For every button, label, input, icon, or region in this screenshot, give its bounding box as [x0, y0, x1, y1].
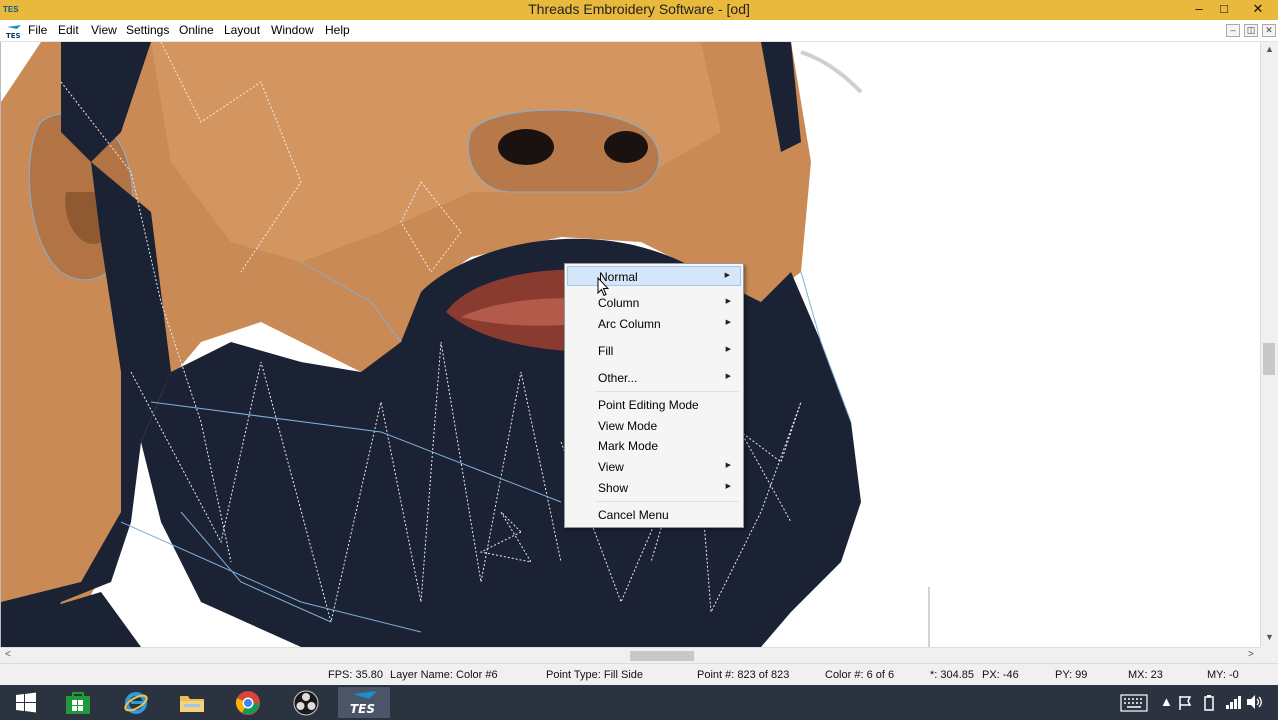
scrollbar-corner: [1260, 647, 1278, 663]
submenu-arrow-icon: ▶: [725, 298, 731, 305]
touch-keyboard-icon[interactable]: [1120, 694, 1148, 712]
menu-item-label: Show: [598, 481, 629, 495]
menu-item-fill[interactable]: Fill ▶: [567, 341, 741, 361]
status-bar: FPS: 35.80 Layer Name: Color #6 Point Ty…: [0, 663, 1278, 685]
submenu-arrow-icon: ▶: [725, 462, 731, 469]
status-px: PX: -46: [982, 669, 1019, 681]
store-icon: [66, 691, 90, 714]
status-my: MY: -0: [1207, 669, 1239, 681]
tes-logo-icon: TES: [6, 25, 21, 39]
windows-taskbar: TES ▲: [0, 685, 1278, 720]
menu-layout[interactable]: Layout: [224, 23, 260, 37]
menu-item-show[interactable]: Show ▶: [567, 478, 741, 498]
menu-item-label: Column: [598, 296, 640, 310]
obs-icon: [293, 690, 319, 715]
windows-logo-icon: [16, 692, 36, 712]
menu-item-label: Arc Column: [598, 317, 661, 331]
menu-bar: TES File Edit View Settings Online Layou…: [0, 20, 1278, 42]
vertical-scroll-thumb[interactable]: [1263, 343, 1275, 375]
vertical-scrollbar[interactable]: ▲ ▼: [1260, 42, 1278, 647]
submenu-arrow-icon: ▶: [724, 272, 730, 279]
menu-item-label: Point Editing Mode: [598, 398, 699, 412]
status-point-type: Point Type: Fill Side: [546, 669, 644, 681]
tray-overflow-icon[interactable]: ▲: [1160, 694, 1173, 709]
tes-taskbar-icon: TES: [350, 690, 377, 716]
mdi-minimize-button[interactable]: –: [1226, 24, 1240, 37]
hair-wisp: [800, 50, 863, 94]
status-fps: FPS: 35.80: [328, 669, 384, 681]
battery-icon[interactable]: [1202, 695, 1216, 711]
taskbar-file-explorer[interactable]: [166, 687, 218, 718]
status-angle: *: 304.85: [930, 669, 975, 681]
folder-icon: [180, 695, 204, 712]
submenu-arrow-icon: ▶: [725, 319, 731, 326]
submenu-arrow-icon: ▶: [725, 346, 731, 353]
nostril-right: [604, 131, 648, 163]
menu-item-view-mode[interactable]: View Mode: [567, 416, 741, 436]
chrome-icon: [235, 690, 260, 715]
taskbar-chrome[interactable]: [222, 687, 274, 718]
menu-separator: [595, 391, 739, 392]
menu-item-other[interactable]: Other... ▶: [567, 368, 741, 388]
menu-item-normal[interactable]: Normal ▶: [567, 266, 741, 286]
menu-item-view[interactable]: View ▶: [567, 457, 741, 477]
minimize-button[interactable]: –: [1186, 0, 1212, 20]
wifi-signal-icon[interactable]: [1225, 694, 1241, 710]
menu-edit[interactable]: Edit: [58, 23, 79, 37]
menu-item-label: Other...: [598, 371, 638, 385]
window-title: Threads Embroidery Software - [od]: [528, 1, 750, 17]
taskbar-obs[interactable]: [280, 687, 332, 718]
menu-item-label: Mark Mode: [598, 439, 659, 453]
menu-item-column[interactable]: Column ▶: [567, 293, 741, 313]
menu-view[interactable]: View: [91, 23, 117, 37]
submenu-arrow-icon: ▶: [725, 373, 731, 380]
status-color-number: Color #: 6 of 6: [825, 669, 895, 681]
flag-icon[interactable]: [1178, 695, 1192, 711]
horizontal-scrollbar[interactable]: < >: [0, 647, 1260, 663]
menu-item-cancel-menu[interactable]: Cancel Menu: [567, 505, 741, 525]
scroll-up-icon[interactable]: ▲: [1265, 44, 1274, 54]
menu-help[interactable]: Help: [325, 23, 350, 37]
taskbar-tes[interactable]: TES: [338, 687, 390, 718]
menu-file[interactable]: File: [28, 23, 47, 37]
menu-item-arc-column[interactable]: Arc Column ▶: [567, 314, 741, 334]
taskbar-internet-explorer[interactable]: [110, 687, 162, 718]
menu-item-label: View Mode: [598, 419, 658, 433]
internet-explorer-icon: [124, 691, 148, 714]
start-button[interactable]: [0, 687, 52, 718]
volume-icon[interactable]: [1246, 694, 1264, 710]
mouse-cursor-icon: [597, 277, 609, 297]
mdi-close-button[interactable]: ✕: [1262, 24, 1276, 37]
horizontal-scroll-thumb[interactable]: [630, 651, 694, 661]
menu-window[interactable]: Window: [271, 23, 314, 37]
scroll-right-icon[interactable]: >: [1248, 649, 1254, 660]
svg-text:TES: TES: [6, 32, 21, 39]
nostril-left: [498, 129, 554, 165]
menu-item-mark-mode[interactable]: Mark Mode: [567, 436, 741, 456]
mdi-restore-button[interactable]: ◫: [1244, 24, 1258, 37]
status-layer-name: Layer Name: Color #6: [390, 669, 498, 681]
menu-online[interactable]: Online: [179, 23, 214, 37]
menu-item-point-editing-mode[interactable]: Point Editing Mode: [567, 395, 741, 415]
submenu-arrow-icon: ▶: [725, 483, 731, 490]
scroll-down-icon[interactable]: ▼: [1265, 632, 1274, 642]
status-mx: MX: 23: [1128, 669, 1163, 681]
menu-settings[interactable]: Settings: [126, 23, 169, 37]
scroll-left-icon[interactable]: <: [5, 649, 11, 660]
context-menu: Normal ▶ Column ▶ Arc Column ▶ Fill ▶ Ot…: [564, 263, 744, 528]
tes-taskbar-label: TES: [350, 702, 375, 716]
status-py: PY: 99: [1055, 669, 1088, 681]
taskbar-store[interactable]: [52, 687, 104, 718]
maximize-button[interactable]: □: [1211, 0, 1237, 20]
menu-item-label: Cancel Menu: [598, 508, 669, 522]
menu-item-label: Fill: [598, 344, 614, 358]
menu-item-label: View: [598, 460, 624, 474]
status-point-number: Point #: 823 of 823: [697, 669, 790, 681]
close-button[interactable]: ✕: [1245, 0, 1271, 20]
title-bar: TES Threads Embroidery Software - [od] –…: [0, 0, 1278, 20]
menu-separator: [595, 501, 739, 502]
